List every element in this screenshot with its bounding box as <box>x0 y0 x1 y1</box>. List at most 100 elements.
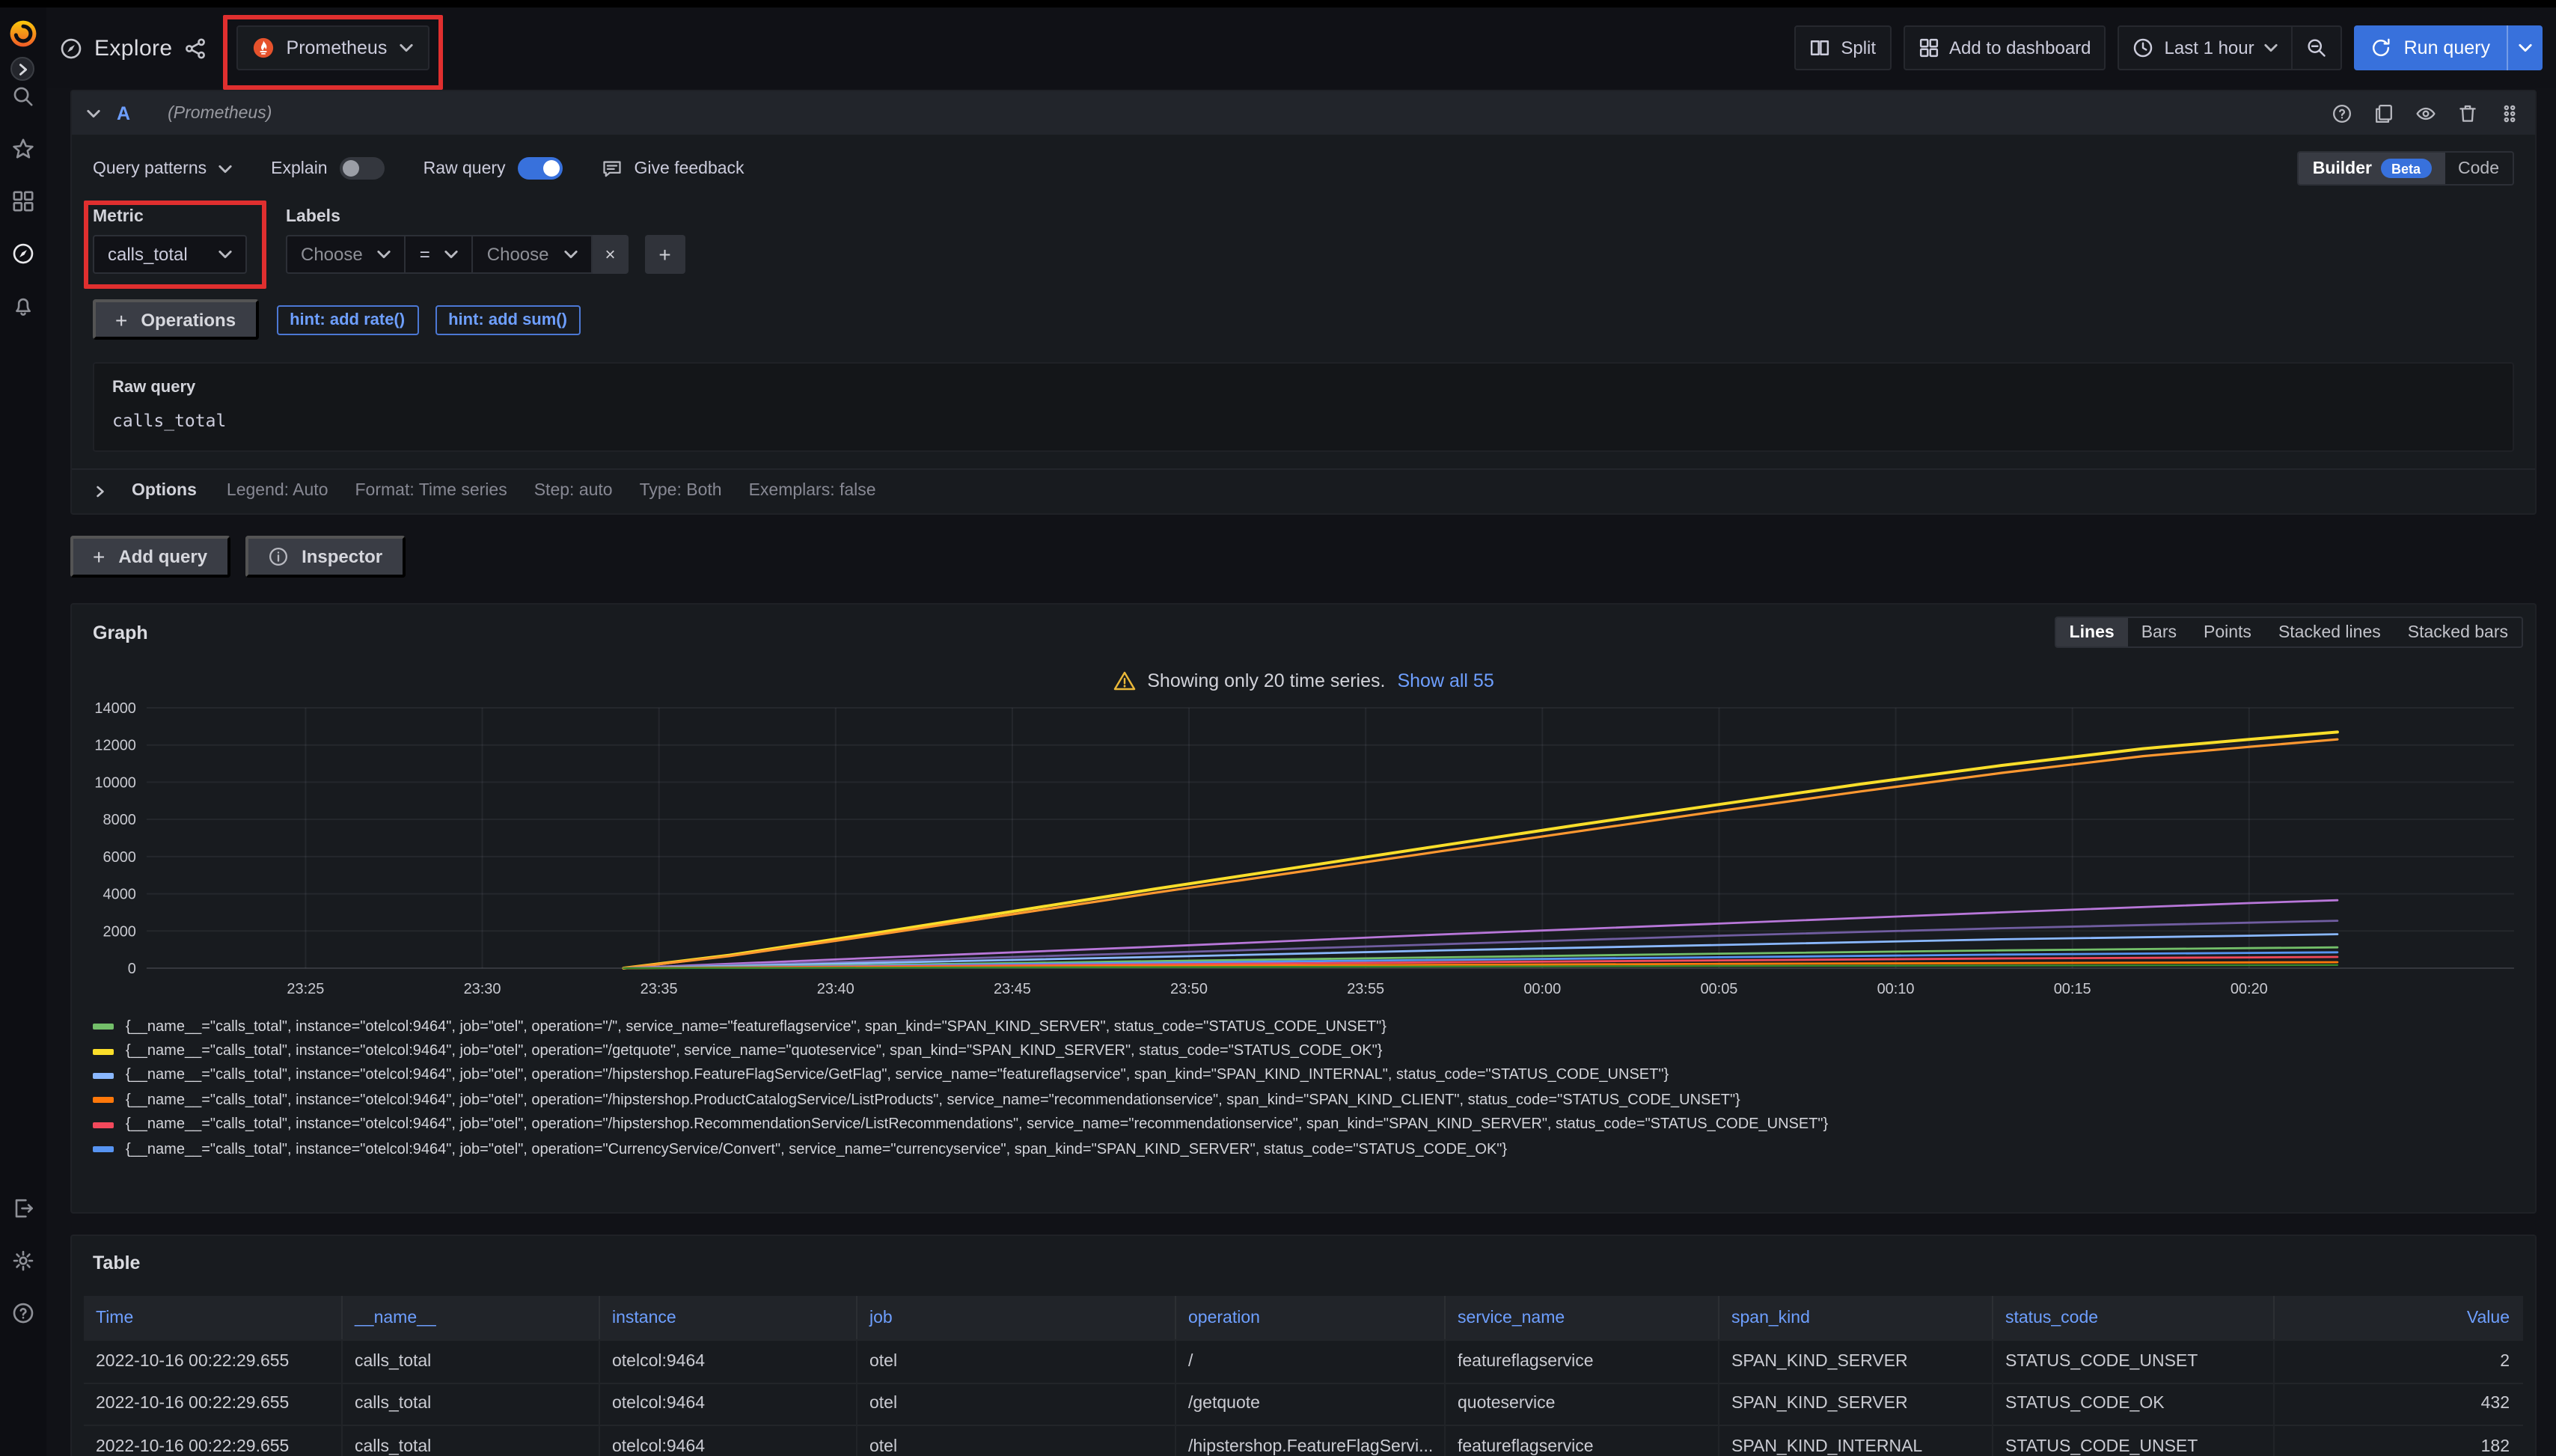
graph-mode-switcher: LinesBarsPointsStacked linesStacked bars <box>2055 617 2523 648</box>
toggle-visibility-eye-icon[interactable] <box>2415 103 2436 123</box>
x-axis-tick: 00:20 <box>2231 981 2268 997</box>
explain-toggle[interactable] <box>340 157 385 180</box>
legend-item-5[interactable]: {__name__="calls_total", instance="otelc… <box>93 1137 2523 1162</box>
raw-query-toggle[interactable] <box>518 157 563 180</box>
table-cell: SPAN_KIND_SERVER <box>1718 1339 1992 1382</box>
x-axis-tick: 00:10 <box>1877 981 1915 997</box>
run-query-button[interactable]: Run query <box>2355 25 2507 70</box>
legend-item-4[interactable]: {__name__="calls_total", instance="otelc… <box>93 1113 2523 1137</box>
table-column-header-servicename[interactable]: service_name <box>1444 1296 1718 1339</box>
time-series-chart[interactable]: 0200040006000800010000120001400023:2523:… <box>84 697 2523 1015</box>
search-icon[interactable] <box>12 85 34 108</box>
sync-icon <box>2371 37 2392 58</box>
time-range-button[interactable]: Last 1 hour <box>2120 27 2292 69</box>
table-cell: otelcol:9464 <box>599 1425 856 1456</box>
x-axis-tick: 23:45 <box>994 981 1031 997</box>
prometheus-icon <box>254 37 275 58</box>
legend-item-1[interactable]: {__name__="calls_total", instance="otelc… <box>93 1039 2523 1064</box>
plus-icon: + <box>93 545 105 569</box>
graph-mode-stacked-bars[interactable]: Stacked bars <box>2394 618 2522 646</box>
label-operator-select[interactable]: = <box>405 235 474 274</box>
add-to-dashboard-button[interactable]: Add to dashboard <box>1903 25 2106 70</box>
table-cell: featureflagservice <box>1444 1425 1718 1456</box>
builder-tab[interactable]: Builder Beta <box>2299 153 2445 184</box>
add-label-button[interactable]: + <box>645 235 685 274</box>
dashboards-icon[interactable] <box>12 190 34 212</box>
table-column-header-instance[interactable]: instance <box>599 1296 856 1339</box>
query-hint-button-1[interactable]: hint: add sum() <box>435 305 581 334</box>
label-key-select[interactable]: Choose <box>286 235 406 274</box>
graph-mode-stacked-lines[interactable]: Stacked lines <box>2265 618 2394 646</box>
query-patterns-dropdown[interactable]: Query patterns <box>93 159 232 177</box>
metric-select[interactable]: calls_total <box>93 235 247 274</box>
grafana-explore-page: Explore Prometheus <box>0 0 2556 1456</box>
grafana-logo-icon[interactable] <box>7 18 39 49</box>
query-row-header[interactable]: A (Prometheus) <box>72 91 2535 135</box>
run-query-dropdown-button[interactable] <box>2507 25 2543 70</box>
show-all-series-link[interactable]: Show all 55 <box>1397 670 1493 691</box>
split-button[interactable]: Split <box>1794 25 1891 70</box>
alerting-bell-icon[interactable] <box>12 295 34 317</box>
table-column-header-statuscode[interactable]: status_code <box>1992 1296 2273 1339</box>
x-axis-tick: 00:05 <box>1700 981 1737 997</box>
code-tab[interactable]: Code <box>2445 153 2513 184</box>
options-summary-item-0: Legend: Auto <box>227 482 328 500</box>
y-axis-tick: 4000 <box>103 887 136 903</box>
graph-mode-bars[interactable]: Bars <box>2128 618 2190 646</box>
duplicate-query-icon[interactable] <box>2373 103 2394 123</box>
table-cell: STATUS_CODE_OK <box>1992 1382 2273 1425</box>
legend-item-2[interactable]: {__name__="calls_total", instance="otelc… <box>93 1064 2523 1089</box>
table-column-header-spankind[interactable]: span_kind <box>1718 1296 1992 1339</box>
table-cell: 2022-10-16 00:22:29.655 <box>84 1382 341 1425</box>
y-axis-tick: 2000 <box>103 923 136 940</box>
chevron-down-icon <box>218 164 232 173</box>
x-axis-tick: 23:50 <box>1170 981 1208 997</box>
query-help-icon[interactable] <box>2332 103 2352 123</box>
info-circle-icon <box>267 546 288 567</box>
drag-handle-icon[interactable] <box>2499 103 2520 123</box>
table-cell: SPAN_KIND_INTERNAL <box>1718 1425 1992 1456</box>
apps-icon <box>1918 37 1939 58</box>
graph-mode-points[interactable]: Points <box>2190 618 2265 646</box>
graph-mode-lines[interactable]: Lines <box>2056 618 2128 646</box>
sidebar-expand-button[interactable] <box>10 57 34 81</box>
table-row-1: 2022-10-16 00:22:29.655calls_totalotelco… <box>84 1382 2523 1425</box>
legend-item-clipped[interactable] <box>93 1162 2523 1164</box>
explore-icon <box>60 37 82 59</box>
collapse-chevron-icon[interactable] <box>87 108 100 117</box>
help-icon[interactable] <box>12 1302 34 1324</box>
label-value-select[interactable]: Choose <box>472 235 593 274</box>
plus-icon: + <box>115 308 127 331</box>
table-column-header-job[interactable]: job <box>856 1296 1175 1339</box>
table-column-header-name[interactable]: __name__ <box>341 1296 599 1339</box>
legend-item-3[interactable]: {__name__="calls_total", instance="otelc… <box>93 1088 2523 1113</box>
table-cell: 182 <box>2273 1425 2523 1456</box>
table-column-header-Time[interactable]: Time <box>84 1296 341 1339</box>
zoom-out-button[interactable] <box>2293 27 2341 69</box>
options-summary-item-1: Format: Time series <box>355 482 507 500</box>
delete-query-trash-icon[interactable] <box>2457 103 2478 123</box>
explore-compass-icon[interactable] <box>12 242 34 265</box>
chevron-down-icon <box>2265 43 2278 52</box>
add-query-button[interactable]: + Add query <box>70 536 230 578</box>
share-icon[interactable] <box>185 37 207 59</box>
remove-label-button[interactable]: × <box>593 235 629 274</box>
legend-item-0[interactable]: {__name__="calls_total", instance="otelc… <box>93 1015 2523 1039</box>
top-black-strip <box>0 0 2556 7</box>
chevron-down-icon <box>2519 43 2532 52</box>
operations-button[interactable]: + Operations <box>93 299 258 340</box>
give-feedback-link[interactable]: Give feedback <box>602 158 745 179</box>
raw-query-box: Raw query calls_total <box>93 362 2514 452</box>
starred-icon[interactable] <box>12 138 34 160</box>
query-hint-button-0[interactable]: hint: add rate() <box>276 305 418 334</box>
y-axis-tick: 12000 <box>94 738 135 754</box>
datasource-picker[interactable]: Prometheus <box>237 25 429 70</box>
table-column-header-Value[interactable]: Value <box>2273 1296 2523 1339</box>
table-cell: 2022-10-16 00:22:29.655 <box>84 1339 341 1382</box>
options-row[interactable]: Options Legend: AutoFormat: Time seriesS… <box>72 468 2535 513</box>
sign-in-icon[interactable] <box>12 1197 34 1220</box>
table-column-header-operation[interactable]: operation <box>1175 1296 1444 1339</box>
inspector-button[interactable]: Inspector <box>245 536 405 578</box>
settings-gear-icon[interactable] <box>12 1249 34 1272</box>
chevron-down-icon <box>399 43 412 52</box>
